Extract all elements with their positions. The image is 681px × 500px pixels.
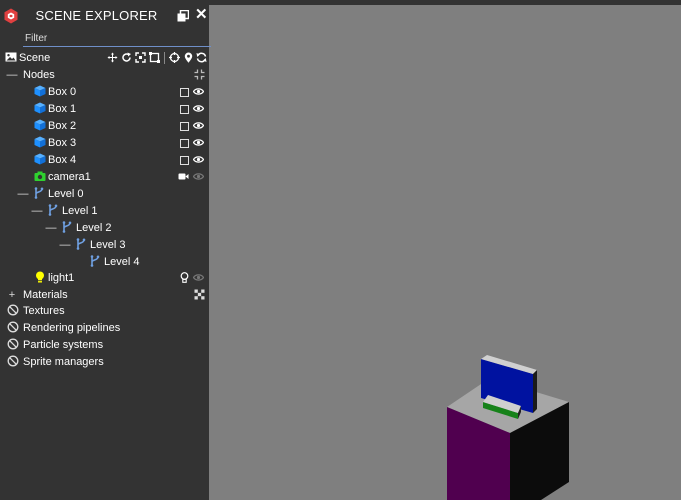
toolbar-divider <box>164 52 165 64</box>
eye-icon[interactable] <box>193 103 204 114</box>
tree-item-label: light1 <box>48 272 75 284</box>
scene-boxes <box>447 355 569 500</box>
cube-icon <box>34 153 46 165</box>
tree-item-label: Level 1 <box>62 205 98 217</box>
collapse-all-icon[interactable] <box>194 69 205 80</box>
scene-label: Scene <box>19 52 51 64</box>
tree-item-label: Level 0 <box>48 188 84 200</box>
tree-item-light1[interactable]: light1 <box>0 270 209 286</box>
tree-item-level-0[interactable]: — Level 0 <box>0 186 209 202</box>
bounding-box-checkbox[interactable] <box>180 139 189 148</box>
section-particle-systems[interactable]: Particle systems <box>0 337 209 353</box>
camera-icon <box>34 171 46 181</box>
section-sprite-managers[interactable]: Sprite managers <box>0 354 209 370</box>
section-label: Particle systems <box>23 339 104 351</box>
eye-icon[interactable] <box>193 137 204 148</box>
tree-item-box-3[interactable]: Box 3 <box>0 135 209 151</box>
panel-header: SCENE EXPLORER ✕ <box>0 0 209 32</box>
branch-icon <box>62 221 72 233</box>
eye-icon[interactable] <box>193 154 204 165</box>
tree-item-box-0[interactable]: Box 0 <box>0 84 209 100</box>
nodes-row[interactable]: — Nodes <box>0 67 209 83</box>
bounding-box-icon[interactable] <box>149 52 160 63</box>
ban-icon <box>7 304 19 316</box>
bounding-box-checkbox[interactable] <box>180 88 189 97</box>
branch-icon <box>76 238 86 250</box>
branch-icon <box>48 204 58 216</box>
section-label: Rendering pipelines <box>23 322 121 334</box>
branch-icon <box>90 255 100 267</box>
collapse-toggle[interactable]: — <box>6 68 18 82</box>
close-icon[interactable]: ✕ <box>195 7 208 23</box>
tree-item-label: Box 3 <box>48 137 77 149</box>
panel-title: SCENE EXPLORER <box>35 8 158 23</box>
crosshair-icon[interactable] <box>169 52 180 63</box>
collapse-toggle[interactable]: — <box>31 204 43 218</box>
tree-item-label: Box 0 <box>48 86 77 98</box>
filter-input[interactable] <box>23 32 211 47</box>
tree-item-level-2[interactable]: — Level 2 <box>0 220 209 236</box>
scene-row[interactable]: Scene <box>0 50 209 66</box>
section-rendering-pipelines[interactable]: Rendering pipelines <box>0 320 209 336</box>
scene-explorer-panel: SCENE EXPLORER ✕ Scene <box>0 0 211 500</box>
expand-toggle[interactable]: + <box>6 288 18 302</box>
box-blue-side <box>533 370 537 413</box>
tree-item-label: Box 4 <box>48 154 77 166</box>
ban-icon <box>7 338 19 350</box>
scale-gizmo-icon[interactable] <box>135 52 146 63</box>
branch-icon <box>34 187 44 199</box>
tree-item-camera1[interactable]: camera1 <box>0 169 209 185</box>
section-label: Textures <box>23 305 65 317</box>
cube-icon <box>34 85 46 97</box>
bounding-box-checkbox[interactable] <box>180 156 189 165</box>
tree-item-level-3[interactable]: — Level 3 <box>0 237 209 253</box>
tree-item-label: Level 4 <box>104 256 140 268</box>
ban-icon <box>7 355 19 367</box>
ban-icon <box>7 321 19 333</box>
tree-item-label: camera1 <box>48 171 91 183</box>
tree-item-label: Box 1 <box>48 103 77 115</box>
tree-item-box-4[interactable]: Box 4 <box>0 152 209 168</box>
cube-icon <box>34 102 46 114</box>
lightbulb-icon <box>36 271 44 283</box>
cube-icon <box>34 119 46 131</box>
tree-item-label: Level 2 <box>76 222 112 234</box>
bounding-box-checkbox[interactable] <box>180 105 189 114</box>
eye-icon[interactable] <box>193 120 204 131</box>
eye-icon[interactable] <box>193 272 204 283</box>
collapse-toggle[interactable]: — <box>45 221 57 235</box>
section-materials[interactable]: + Materials <box>0 287 209 303</box>
bounding-box-checkbox[interactable] <box>180 122 189 131</box>
eye-icon[interactable] <box>193 171 204 182</box>
tree-item-level-4[interactable]: Level 4 <box>0 254 209 270</box>
lightbulb-outline-icon[interactable] <box>179 272 190 283</box>
map-pin-icon[interactable] <box>183 52 194 63</box>
section-label: Sprite managers <box>23 356 104 368</box>
tree-item-box-2[interactable]: Box 2 <box>0 118 209 134</box>
render-viewport[interactable] <box>209 5 681 500</box>
tree-item-label: Level 3 <box>90 239 126 251</box>
popout-icon[interactable] <box>177 10 189 22</box>
section-label: Materials <box>23 289 68 301</box>
nodes-label: Nodes <box>23 69 55 81</box>
tree-item-level-1[interactable]: — Level 1 <box>0 203 209 219</box>
collapse-toggle[interactable]: — <box>59 238 71 252</box>
babylon-logo-icon <box>4 8 18 24</box>
video-camera-icon[interactable] <box>178 171 189 182</box>
collapse-toggle[interactable]: — <box>17 187 29 201</box>
translate-gizmo-icon[interactable] <box>107 52 118 63</box>
refresh-icon[interactable] <box>196 52 207 63</box>
section-textures[interactable]: Textures <box>0 303 209 319</box>
cube-icon <box>34 136 46 148</box>
tree-item-label: Box 2 <box>48 120 77 132</box>
checker-texture-icon[interactable] <box>194 289 205 300</box>
image-icon <box>5 52 17 62</box>
eye-icon[interactable] <box>193 86 204 97</box>
rotate-gizmo-icon[interactable] <box>121 52 132 63</box>
tree-item-box-1[interactable]: Box 1 <box>0 101 209 117</box>
